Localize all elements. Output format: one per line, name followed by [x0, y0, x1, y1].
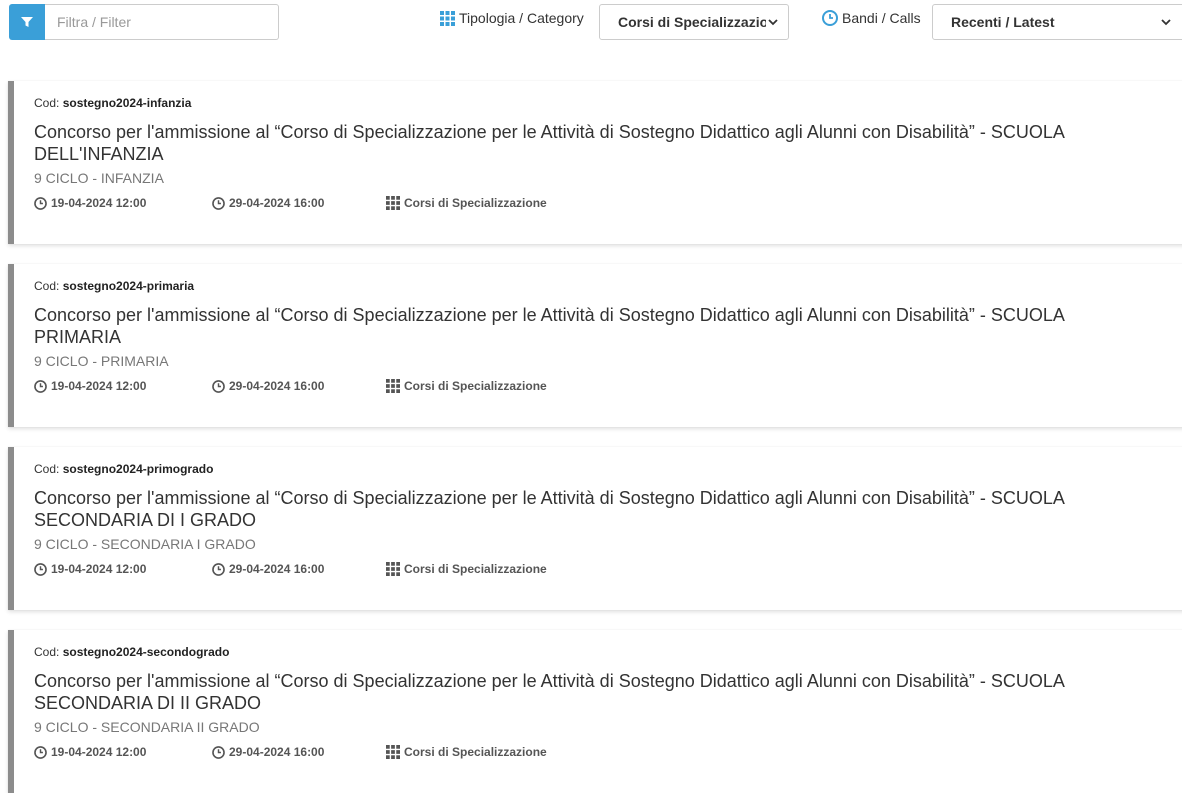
start-date-text: 19-04-2024 12:00 — [51, 379, 147, 393]
call-code-value: sostegno2024-primogrado — [62, 462, 214, 476]
call-category: Corsi di Specializzazione — [386, 745, 547, 759]
grid-icon — [386, 379, 400, 393]
call-code-label: Cod: — [34, 462, 60, 476]
call-meta: 19-04-2024 12:00 29-04-2024 16:00 Corsi … — [34, 560, 1168, 578]
end-date: 29-04-2024 16:00 — [212, 379, 386, 393]
clock-icon — [212, 562, 225, 576]
funnel-icon — [21, 17, 33, 27]
call-category-text: Corsi di Specializzazione — [404, 562, 547, 576]
call-card[interactable]: Cod: sostegno2024-infanzia Concorso per … — [8, 81, 1182, 244]
call-subtitle: 9 CICLO - INFANZIA — [34, 170, 164, 186]
call-code: Cod: sostegno2024-secondogrado — [34, 644, 1168, 660]
start-date-text: 19-04-2024 12:00 — [51, 562, 147, 576]
end-date-text: 29-04-2024 16:00 — [229, 562, 325, 576]
calls-label-text: Bandi / Calls — [842, 10, 921, 26]
chevron-down-icon — [1161, 19, 1171, 26]
call-meta: 19-04-2024 12:00 29-04-2024 16:00 Corsi … — [34, 194, 1168, 212]
call-title[interactable]: Concorso per l'ammissione al “Corso di S… — [34, 304, 1144, 348]
category-label: Tipologia / Category — [440, 10, 584, 26]
call-category-text: Corsi di Specializzazione — [404, 196, 547, 210]
chevron-down-icon — [768, 19, 778, 26]
call-meta: 19-04-2024 12:00 29-04-2024 16:00 Corsi … — [34, 377, 1168, 395]
category-label-text: Tipologia / Category — [459, 10, 584, 26]
call-title[interactable]: Concorso per l'ammissione al “Corso di S… — [34, 121, 1144, 165]
end-date: 29-04-2024 16:00 — [212, 562, 386, 576]
call-category: Corsi di Specializzazione — [386, 196, 547, 210]
call-code-label: Cod: — [34, 96, 60, 110]
call-code-value: sostegno2024-primaria — [62, 279, 195, 293]
call-title[interactable]: Concorso per l'ammissione al “Corso di S… — [34, 670, 1144, 714]
clock-icon — [822, 10, 838, 26]
category-select-value: Corsi di Specializzazione — [618, 14, 766, 30]
grid-icon — [440, 10, 455, 26]
start-date-text: 19-04-2024 12:00 — [51, 196, 147, 210]
clock-icon — [34, 379, 47, 393]
clock-icon — [212, 745, 225, 759]
toolbar: Tipologia / Category Corsi di Specializz… — [0, 0, 1182, 44]
call-card[interactable]: Cod: sostegno2024-primogrado Concorso pe… — [8, 447, 1182, 610]
call-card[interactable]: Cod: sostegno2024-secondogrado Concorso … — [8, 630, 1182, 793]
call-title[interactable]: Concorso per l'ammissione al “Corso di S… — [34, 487, 1144, 531]
start-date: 19-04-2024 12:00 — [34, 196, 212, 210]
call-code-value: sostegno2024-infanzia — [62, 96, 192, 110]
call-category-text: Corsi di Specializzazione — [404, 745, 547, 759]
start-date: 19-04-2024 12:00 — [34, 562, 212, 576]
call-code-value: sostegno2024-secondogrado — [62, 645, 230, 659]
call-code: Cod: sostegno2024-infanzia — [34, 95, 1168, 111]
clock-icon — [34, 562, 47, 576]
start-date: 19-04-2024 12:00 — [34, 745, 212, 759]
end-date-text: 29-04-2024 16:00 — [229, 379, 325, 393]
start-date-text: 19-04-2024 12:00 — [51, 745, 147, 759]
calls-select[interactable]: Recenti / Latest — [932, 4, 1182, 40]
call-category-text: Corsi di Specializzazione — [404, 379, 547, 393]
grid-icon — [386, 562, 400, 576]
call-code-label: Cod: — [34, 279, 60, 293]
filter-input[interactable] — [45, 4, 279, 40]
clock-icon — [34, 745, 47, 759]
start-date: 19-04-2024 12:00 — [34, 379, 212, 393]
call-subtitle: 9 CICLO - SECONDARIA II GRADO — [34, 719, 260, 735]
call-category: Corsi di Specializzazione — [386, 562, 547, 576]
call-subtitle: 9 CICLO - SECONDARIA I GRADO — [34, 536, 256, 552]
clock-icon — [212, 379, 225, 393]
calls-label: Bandi / Calls — [822, 10, 921, 26]
calls-select-value: Recenti / Latest — [951, 14, 1055, 30]
filter-group — [9, 4, 279, 40]
call-category: Corsi di Specializzazione — [386, 379, 547, 393]
call-code-label: Cod: — [34, 645, 60, 659]
call-code: Cod: sostegno2024-primogrado — [34, 461, 1168, 477]
call-subtitle: 9 CICLO - PRIMARIA — [34, 353, 169, 369]
clock-icon — [212, 196, 225, 210]
grid-icon — [386, 745, 400, 759]
category-select[interactable]: Corsi di Specializzazione — [599, 4, 789, 40]
clock-icon — [34, 196, 47, 210]
end-date: 29-04-2024 16:00 — [212, 196, 386, 210]
call-card[interactable]: Cod: sostegno2024-primaria Concorso per … — [8, 264, 1182, 427]
call-meta: 19-04-2024 12:00 29-04-2024 16:00 Corsi … — [34, 743, 1168, 761]
end-date: 29-04-2024 16:00 — [212, 745, 386, 759]
call-code: Cod: sostegno2024-primaria — [34, 278, 1168, 294]
end-date-text: 29-04-2024 16:00 — [229, 745, 325, 759]
filter-button[interactable] — [9, 4, 45, 40]
grid-icon — [386, 196, 400, 210]
end-date-text: 29-04-2024 16:00 — [229, 196, 325, 210]
